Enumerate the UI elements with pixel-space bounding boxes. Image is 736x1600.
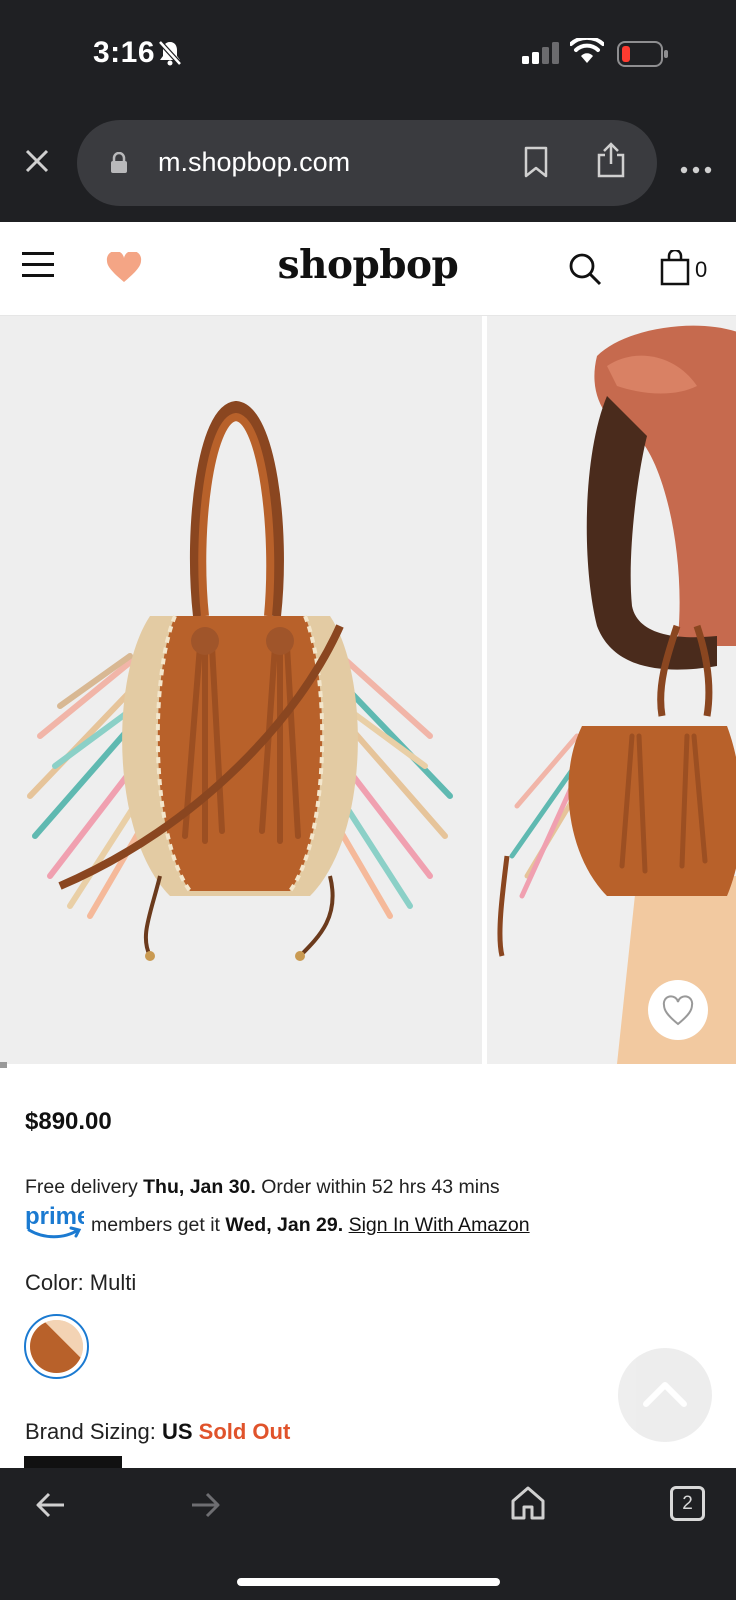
signal-icon: [522, 42, 560, 69]
lock-icon: [110, 151, 128, 179]
sign-in-amazon-link[interactable]: Sign In With Amazon: [349, 1214, 530, 1236]
more-icon[interactable]: [680, 161, 712, 179]
sold-out-label: Sold Out: [198, 1419, 291, 1444]
size-option[interactable]: [24, 1456, 122, 1468]
home-icon[interactable]: [510, 1485, 546, 1526]
tabs-icon[interactable]: 2: [670, 1486, 705, 1521]
close-icon[interactable]: [24, 148, 50, 179]
sizing-unit: US: [161, 1419, 193, 1444]
home-indicator: [237, 1578, 500, 1586]
color-label: Color: Multi: [25, 1270, 137, 1295]
delivery-date: Thu, Jan 30.: [143, 1176, 256, 1198]
back-icon[interactable]: [34, 1490, 66, 1525]
bell-slash-icon: [158, 40, 182, 71]
prime-logo-text: prime: [25, 1203, 84, 1230]
share-icon[interactable]: [596, 142, 626, 183]
site-logo[interactable]: shopbop: [0, 242, 736, 288]
delivery-prefix: Free delivery: [25, 1176, 144, 1198]
product-image-model[interactable]: [487, 316, 736, 1064]
bookmark-icon[interactable]: [522, 146, 550, 183]
gallery-scroll-indicator: [0, 1062, 7, 1068]
search-icon[interactable]: [568, 252, 602, 291]
prime-prefix: members get it: [91, 1214, 226, 1236]
scroll-to-top-button[interactable]: [618, 1348, 712, 1442]
wifi-icon: [569, 35, 605, 69]
delivery-info: Free delivery Thu, Jan 30. Order within …: [25, 1176, 500, 1199]
delivery-suffix: Order within 52 hrs 43 mins: [255, 1176, 500, 1198]
url-text[interactable]: m.shopbop.com: [158, 147, 350, 178]
product-image-main[interactable]: [0, 316, 482, 1064]
prime-logo: prime: [24, 1203, 90, 1244]
brand-sizing: Brand Sizing: US Sold Out: [25, 1419, 290, 1445]
shopping-bag-icon[interactable]: [660, 248, 690, 291]
wishlist-button[interactable]: [648, 980, 708, 1040]
status-time: 3:16: [93, 36, 156, 69]
prime-date: Wed, Jan 29.: [225, 1214, 344, 1236]
sizing-label: Brand Sizing:: [25, 1419, 162, 1444]
product-gallery[interactable]: [0, 316, 736, 1064]
product-price: $890.00: [25, 1108, 112, 1135]
prime-delivery-info: members get it Wed, Jan 29. Sign In With…: [91, 1214, 530, 1237]
color-swatch-multi[interactable]: [24, 1314, 89, 1379]
bag-count[interactable]: 0: [695, 257, 707, 283]
battery-low-icon: [617, 41, 669, 72]
forward-icon[interactable]: [190, 1490, 222, 1525]
